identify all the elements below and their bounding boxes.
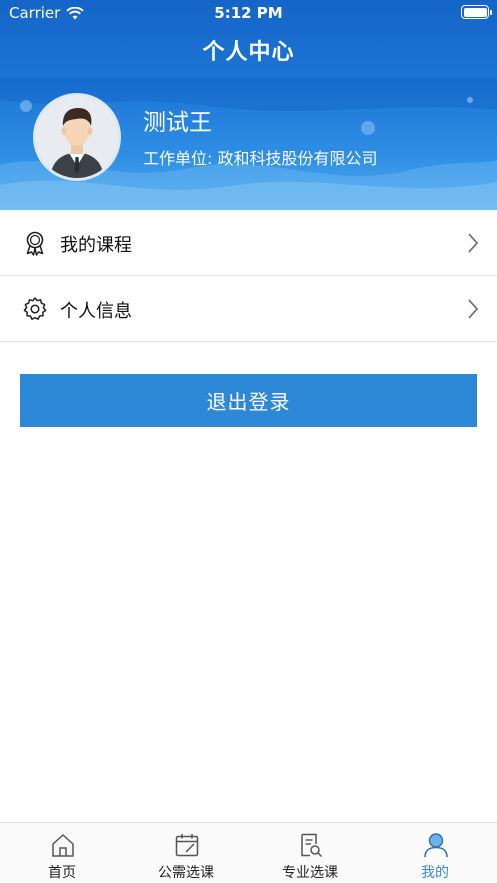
tab-home[interactable]: 首页 [0, 823, 124, 883]
user-organization: 工作单位: 政和科技股份有限公司 [143, 149, 378, 168]
page-title: 个人中心 [202, 40, 295, 65]
menu-list: 我的课程 个人信息 [0, 210, 497, 342]
chevron-right-icon [468, 233, 479, 253]
menu-item-label: 我的课程 [60, 235, 132, 256]
tab-bar: 首页 公需选课 专业选课 我的 [0, 822, 497, 883]
tab-label: 专业选课 [282, 865, 338, 881]
user-icon [424, 833, 448, 858]
gear-icon [23, 297, 47, 320]
chevron-right-icon [468, 299, 479, 319]
award-icon [26, 231, 44, 256]
calendar-icon [175, 834, 199, 857]
profile-header: Carrier 5:12 PM 个人中心 测试王 工作单位: 政和科技股份有限公… [0, 0, 497, 210]
tab-public-courses[interactable]: 公需选课 [124, 823, 248, 883]
avatar-person-icon [36, 96, 118, 178]
user-name: 测试王 [143, 110, 212, 136]
tab-label: 首页 [48, 865, 76, 881]
avatar[interactable] [33, 93, 121, 181]
logout-button[interactable]: 退出登录 [20, 374, 477, 427]
tab-label: 公需选课 [158, 865, 214, 881]
tab-mine[interactable]: 我的 [373, 823, 497, 883]
status-bar: Carrier 5:12 PM [0, 0, 497, 26]
status-time: 5:12 PM [214, 4, 283, 22]
tab-label: 我的 [421, 865, 449, 881]
menu-item-label: 个人信息 [60, 301, 132, 322]
menu-item-my-courses[interactable]: 我的课程 [0, 210, 497, 276]
menu-item-personal-info[interactable]: 个人信息 [0, 276, 497, 342]
battery-icon [461, 5, 492, 19]
tab-professional-courses[interactable]: 专业选课 [248, 823, 372, 883]
document-search-icon [301, 833, 323, 858]
home-icon [52, 834, 74, 857]
